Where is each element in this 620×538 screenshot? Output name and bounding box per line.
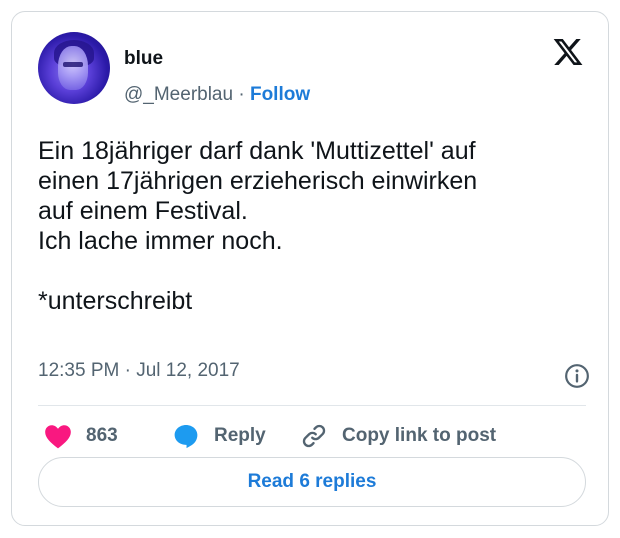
copy-link-label: Copy link to post: [342, 425, 497, 446]
read-replies-button[interactable]: Read 6 replies: [38, 457, 586, 507]
copy-link-button[interactable]: Copy link to post: [300, 420, 496, 452]
author-display-name[interactable]: blue: [124, 48, 163, 70]
reply-label: Reply: [214, 425, 266, 446]
tweet-text: Ein 18jähriger darf dank 'Muttizettel' a…: [38, 137, 478, 315]
info-icon[interactable]: [564, 363, 590, 389]
like-button[interactable]: 863: [44, 420, 118, 452]
tweet-card: blue @_Meerblau · Follow Ein 18jähriger …: [11, 11, 609, 526]
author-handle-row: @_Meerblau · Follow: [124, 84, 310, 106]
speech-bubble-icon: [174, 424, 198, 449]
heart-icon: [45, 425, 71, 449]
x-logo-icon[interactable]: [552, 36, 584, 68]
avatar[interactable]: [38, 32, 110, 104]
author-handle[interactable]: @_Meerblau: [124, 84, 233, 105]
follow-button[interactable]: Follow: [250, 84, 310, 105]
handle-separator: ·: [238, 84, 245, 105]
tweet-timestamp[interactable]: 12:35 PM · Jul 12, 2017: [38, 360, 240, 382]
divider: [38, 405, 586, 406]
link-icon: [302, 424, 326, 448]
reply-button[interactable]: Reply: [172, 420, 266, 452]
like-count: 863: [86, 425, 118, 446]
avatar-eyes: [63, 62, 83, 67]
avatar-face: [58, 46, 88, 90]
